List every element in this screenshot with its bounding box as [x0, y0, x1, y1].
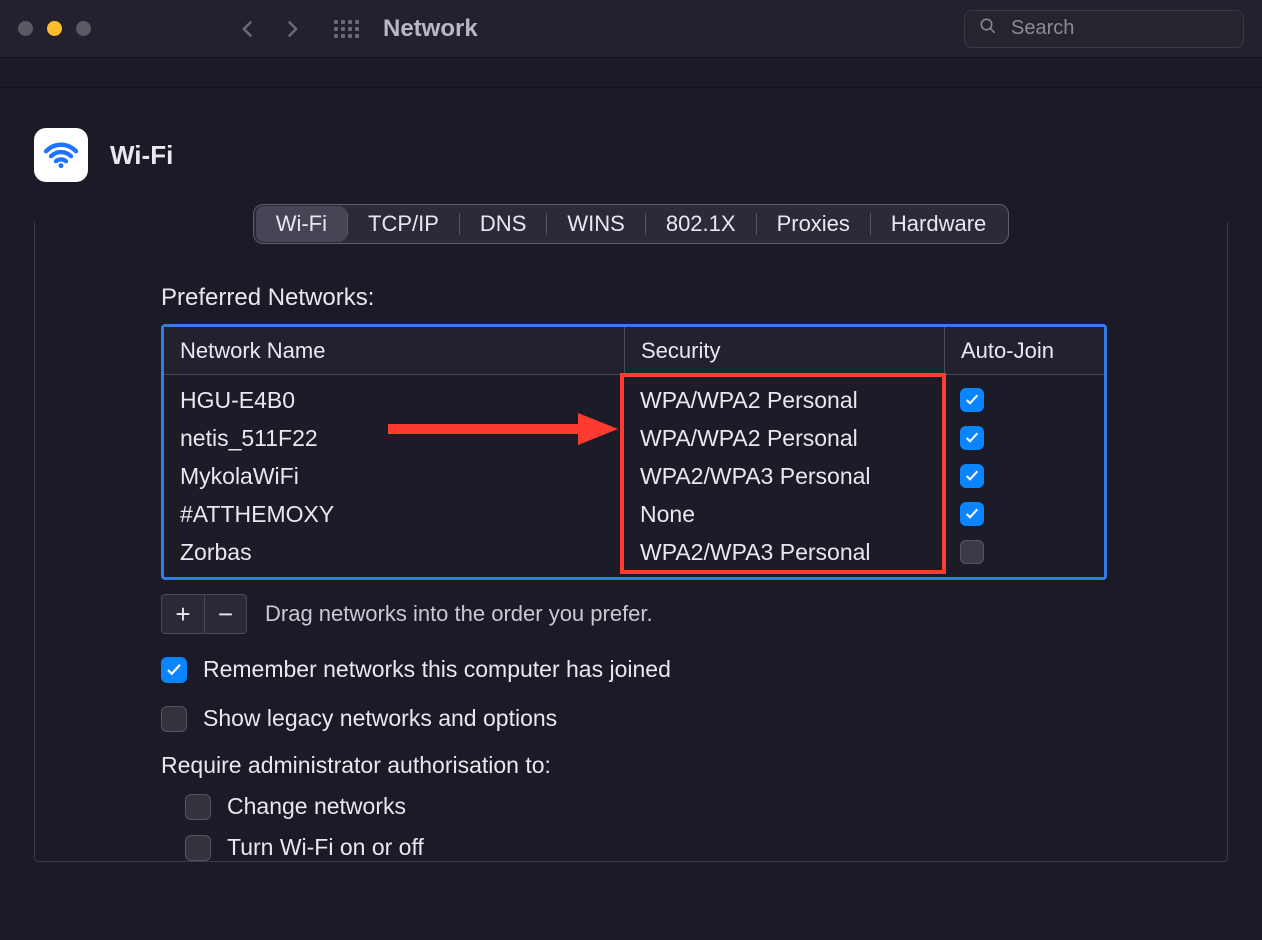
col-security[interactable]: Security	[624, 327, 944, 374]
search-field[interactable]	[964, 10, 1244, 48]
cell-auto-join	[944, 540, 1104, 564]
cell-network-name: #ATTHEMOXY	[164, 501, 624, 528]
auth-change-networks-label: Change networks	[227, 793, 406, 820]
show-legacy-checkbox[interactable]	[161, 706, 187, 732]
cell-security: None	[624, 501, 944, 528]
table-row[interactable]: #ATTHEMOXYNone	[164, 495, 1104, 533]
remember-networks-checkbox[interactable]	[161, 657, 187, 683]
auth-toggle-wifi-label: Turn Wi-Fi on or off	[227, 834, 424, 861]
cell-auto-join	[944, 502, 1104, 526]
nav-forward-button[interactable]	[279, 16, 305, 42]
preferred-networks-label: Preferred Networks:	[161, 284, 1107, 312]
auto-join-checkbox[interactable]	[960, 426, 984, 450]
auth-change-networks-checkbox[interactable]	[185, 794, 211, 820]
add-remove-group: + −	[161, 594, 247, 634]
remember-networks-label: Remember networks this computer has join…	[203, 656, 671, 683]
window-title: Network	[383, 15, 478, 43]
drag-hint: Drag networks into the order you prefer.	[265, 601, 653, 627]
col-network-name[interactable]: Network Name	[164, 327, 624, 374]
cell-security: WPA/WPA2 Personal	[624, 425, 944, 452]
table-row[interactable]: MykolaWiFiWPA2/WPA3 Personal	[164, 457, 1104, 495]
window-close-button[interactable]	[18, 21, 33, 36]
remove-network-button[interactable]: −	[204, 595, 246, 633]
page-title: Wi-Fi	[110, 140, 173, 171]
table-row[interactable]: netis_511F22WPA/WPA2 Personal	[164, 419, 1104, 457]
cell-security: WPA/WPA2 Personal	[624, 387, 944, 414]
cell-network-name: HGU-E4B0	[164, 387, 624, 414]
auth-toggle-wifi-checkbox[interactable]	[185, 835, 211, 861]
add-network-button[interactable]: +	[162, 595, 204, 633]
search-input[interactable]	[1009, 16, 1229, 41]
auto-join-checkbox[interactable]	[960, 502, 984, 526]
admin-auth-label: Require administrator authorisation to:	[161, 752, 1107, 779]
wifi-icon	[34, 128, 88, 182]
cell-network-name: netis_511F22	[164, 425, 624, 452]
cell-auto-join	[944, 388, 1104, 412]
window-zoom-button[interactable]	[76, 21, 91, 36]
auto-join-checkbox[interactable]	[960, 388, 984, 412]
cell-network-name: MykolaWiFi	[164, 463, 624, 490]
cell-auto-join	[944, 464, 1104, 488]
nav-back-button[interactable]	[235, 16, 261, 42]
window-minimize-button[interactable]	[47, 21, 62, 36]
cell-security: WPA2/WPA3 Personal	[624, 463, 944, 490]
auto-join-checkbox[interactable]	[960, 464, 984, 488]
table-row[interactable]: ZorbasWPA2/WPA3 Personal	[164, 533, 1104, 571]
all-prefs-button[interactable]	[331, 14, 361, 44]
table-row[interactable]: HGU-E4B0WPA/WPA2 Personal	[164, 381, 1104, 419]
preferred-networks-table[interactable]: Network Name Security Auto-Join HGU-E4B0…	[161, 324, 1107, 580]
auto-join-checkbox[interactable]	[960, 540, 984, 564]
show-legacy-label: Show legacy networks and options	[203, 705, 557, 732]
cell-auto-join	[944, 426, 1104, 450]
cell-security: WPA2/WPA3 Personal	[624, 539, 944, 566]
col-auto-join[interactable]: Auto-Join	[944, 327, 1104, 374]
cell-network-name: Zorbas	[164, 539, 624, 566]
search-icon	[979, 17, 997, 40]
